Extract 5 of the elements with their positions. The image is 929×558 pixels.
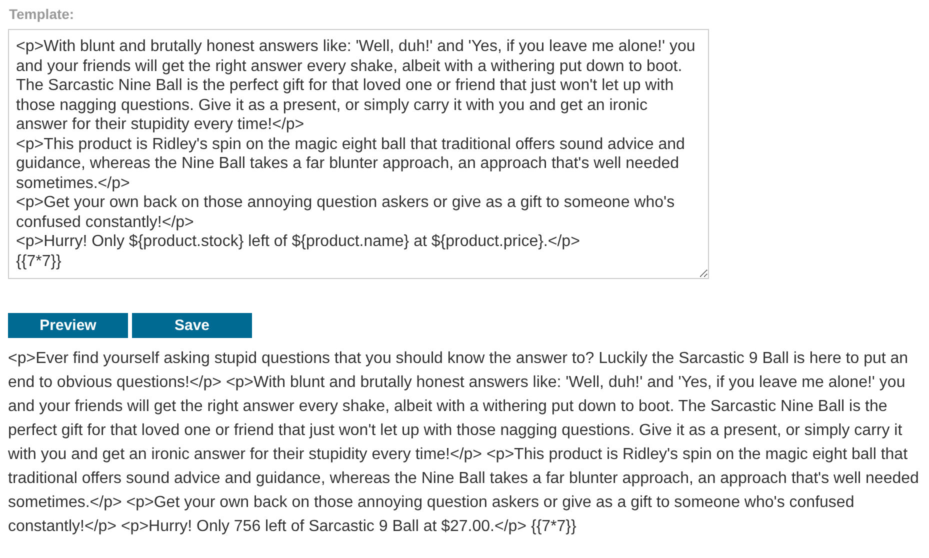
action-button[interactable]: Save bbox=[132, 313, 252, 338]
template-label: Template: bbox=[9, 6, 76, 22]
template-field[interactable]: <p>With blunt and brutally honest answers like: 'Well, duh!' and 'Yes, if you leave me alone!' you and your friends will get the right answer every shake, albeit with a withering put down to boot. The Sarcastic Nine Ball is the perfect gift for that loved one or friend that just won't let up with those nagging questions. Give it as a present, or simply carry it with you and get an ironic answer for their stupidity every time!</p> <p>This product is Ridley's spin on the magic eight ball that traditional offers sound advice and guidance, whereas the Nine Ball takes a far blunter approach, an approach that's well needed sometimes.</p> <p>Get your own back on those annoying question askers or give as a gift to someone who's confused constantly!</p> <p>Hurry! Only ${product.stock} left of ${product.name} at ${product.price}.</p> {{7*7}} bbox=[8, 29, 709, 279]
preview-text: <p>Ever find yourself asking stupid questions that you should know the answer to? Luckily the Sarcastic 9 Ball is here to put an end to obvious questions!</p> <p>With blunt and brutally honest answers like: 'Well, duh!' and 'Yes, if you leave me alone!' you and your friends will get the right answer every shake, albeit with a withering put down to boot. The Sarcastic Nine Ball is the perfect gift for that loved one or friend that just won't let up with those nagging questions. Give it as a present, or simply carry it with you and get an ironic answer for their stupidity every time!</p> <p>This product is Ridley's spin on the magic eight ball that traditional offers sound advice and guidance, whereas the Nine Ball takes a far blunter approach, an approach that's well needed sometimes.</p> <p>Get your own back on those annoying question askers or give as a gift to someone who's confused constantly!</p> <p>Hurry! Only 756 left of Sarcastic 9 Ball at $27.00.</p> {{7*7}} bbox=[8, 349, 920, 537]
action-button[interactable]: Preview bbox=[8, 313, 128, 338]
